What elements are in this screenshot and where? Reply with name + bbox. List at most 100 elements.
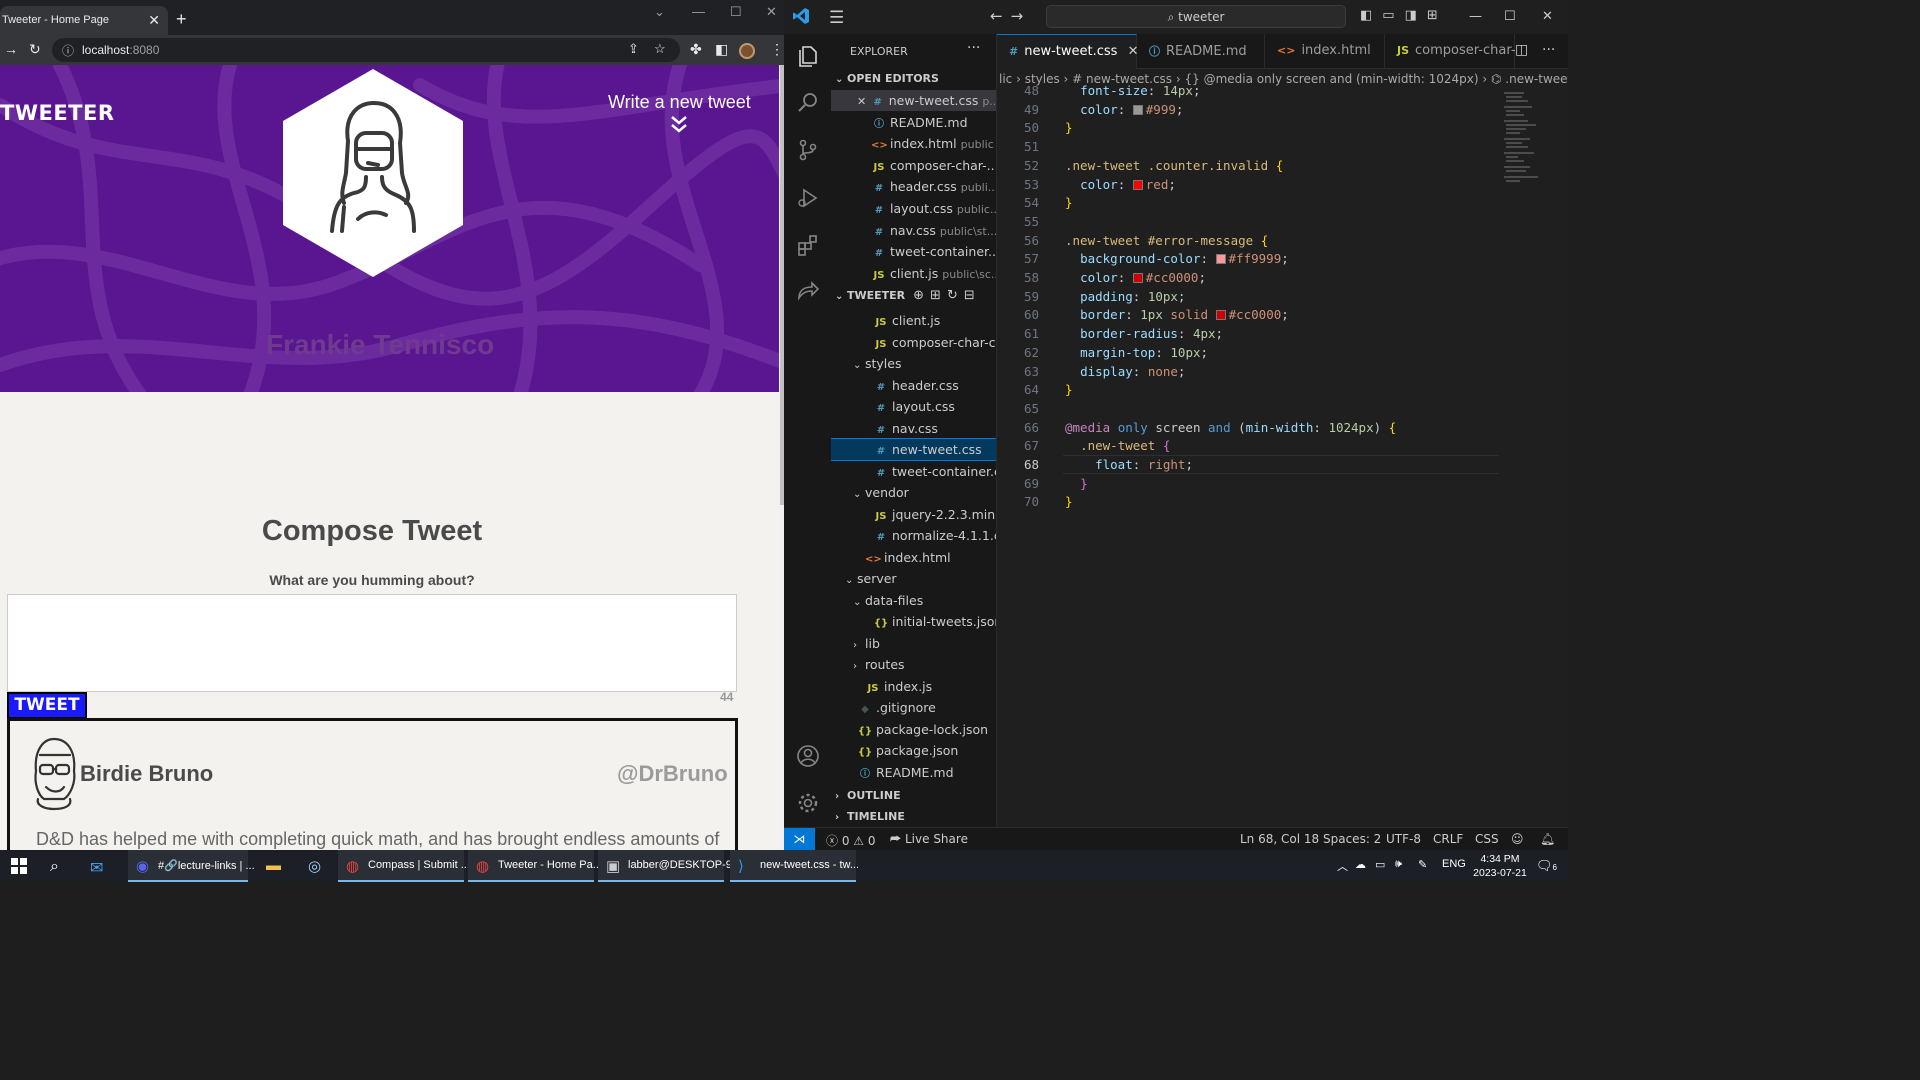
taskbar-app-chrome[interactable]: ◍ Compass | Submit ... — [338, 850, 470, 882]
file-tree-item[interactable]: # normalize-4.1.1.css — [831, 525, 996, 546]
editor-more-icon[interactable]: ··· — [1542, 42, 1555, 58]
language-mode[interactable]: CSS — [1475, 832, 1499, 846]
code-line[interactable]: 55 — [997, 212, 1568, 231]
extensions-icon[interactable] — [796, 233, 820, 257]
eol-status[interactable]: CRLF — [1433, 832, 1463, 846]
timeline-header[interactable]: › TIMELINE — [835, 810, 905, 823]
feedback-icon[interactable]: ☺ — [1511, 832, 1524, 846]
code-line[interactable]: 58 color: #cc0000; — [997, 268, 1568, 287]
code-line[interactable]: 52 .new-tweet .counter.invalid { — [997, 156, 1568, 175]
code-line[interactable]: 57 background-color: #ff9999; — [997, 249, 1568, 268]
side-panel-icon[interactable]: ◧ — [715, 41, 728, 58]
code-line[interactable]: 69 } — [997, 474, 1568, 493]
code-line[interactable]: 61 border-radius: 4px; — [997, 324, 1568, 343]
write-new-tweet-link[interactable]: Write a new tweet — [608, 92, 751, 113]
encoding-status[interactable]: UTF-8 — [1386, 832, 1421, 846]
code-line[interactable]: 53 color: red; — [997, 175, 1568, 194]
file-tree-item[interactable]: # nav.css — [831, 418, 996, 439]
file-tree-item[interactable]: {} package-lock.json — [831, 719, 996, 740]
reload-icon[interactable]: ↻ — [29, 41, 41, 58]
search-icon[interactable] — [796, 90, 820, 114]
code-line[interactable]: 68 float: right; — [997, 455, 1568, 474]
tray-overflow-icon[interactable]: ︿ — [1337, 858, 1348, 874]
layout-controls[interactable]: ◧▭◨⊞ — [1360, 8, 1448, 23]
file-tree-item[interactable]: # tweet-container.css — [831, 461, 996, 482]
code-line[interactable]: 67 .new-tweet { — [997, 436, 1568, 455]
tab-search-icon[interactable]: ⌄ — [654, 4, 665, 20]
remote-indicator-icon[interactable]: ⋊ — [784, 828, 815, 851]
profile-avatar[interactable] — [739, 43, 755, 59]
navigation-arrows[interactable]: ←→ — [990, 7, 1031, 25]
code-line[interactable]: 66 @media only screen and (min-width: 102… — [997, 418, 1568, 437]
volume-icon[interactable]: 🕪︎ — [1395, 858, 1402, 871]
windows-start-icon[interactable] — [11, 858, 27, 874]
file-tree-item[interactable]: # header.css — [831, 375, 996, 396]
address-bar[interactable]: ⓘ localhost:8080 ⇪ ☆ — [52, 38, 680, 62]
open-editors-header[interactable]: ⌄ OPEN EDITORS — [835, 72, 939, 85]
open-editor-item[interactable]: ✕ # new-tweet.css p... — [831, 90, 996, 111]
notifications-bell-icon[interactable]: 🔔︎ — [1540, 832, 1555, 846]
input-language[interactable]: ENG — [1442, 858, 1466, 870]
taskbar-app-folder[interactable]: ▬ — [258, 850, 288, 882]
code-line[interactable]: 51 — [997, 137, 1568, 156]
folder-tree-item[interactable]: › routes — [831, 654, 996, 675]
share-icon[interactable]: ⇪ — [628, 41, 639, 57]
editor-tab[interactable]: <> index.html — [1265, 34, 1385, 69]
new-tab-icon[interactable]: + — [176, 9, 187, 30]
open-editor-item[interactable]: # nav.css public\st... — [831, 220, 996, 241]
file-tree-item[interactable]: {} package.json — [831, 740, 996, 761]
folder-tree-item[interactable]: ⌄ data-files — [831, 590, 996, 611]
onedrive-icon[interactable]: ☁ — [1355, 858, 1366, 871]
code-line[interactable]: 64} — [997, 380, 1568, 399]
open-editor-item[interactable]: # layout.css public... — [831, 198, 996, 219]
more-actions-icon[interactable]: ··· — [967, 40, 980, 56]
extensions-icon[interactable]: ✤ — [690, 41, 702, 58]
open-editor-item[interactable]: # header.css publi... — [831, 176, 996, 197]
code-line[interactable]: 56 .new-tweet #error-message { — [997, 231, 1568, 250]
tweet-textarea[interactable] — [7, 594, 737, 692]
accounts-icon[interactable] — [796, 744, 820, 768]
file-tree-item[interactable]: ⓘ README.md — [831, 762, 996, 783]
taskbar-app-vscode[interactable]: ⟩ new-tweet.css - tw... — [730, 850, 859, 882]
taskbar-app-terminal[interactable]: ▣ labber@DESKTOP-9... — [598, 850, 741, 882]
hamburger-menu-icon[interactable]: ☰ — [829, 8, 844, 28]
code-line[interactable]: 48 font-size: 14px; — [997, 81, 1568, 100]
minimize-icon[interactable]: — — [692, 4, 705, 19]
site-logo[interactable]: TWEETER — [0, 101, 115, 125]
open-editor-item[interactable]: JS client.js public\sc... — [831, 263, 996, 284]
cursor-position[interactable]: Ln 68, Col 18 — [1240, 832, 1319, 846]
code-line[interactable]: 50} — [997, 118, 1568, 137]
minimap[interactable] — [1502, 90, 1560, 210]
file-tree-item[interactable]: JS jquery-2.2.3.min.js — [831, 504, 996, 525]
code-line[interactable]: 59 padding: 10px; — [997, 287, 1568, 306]
run-debug-icon[interactable] — [796, 186, 820, 210]
notification-center-icon[interactable]: 🗨︎6 — [1536, 858, 1557, 874]
taskbar-app-chrome[interactable]: ◍ Tweeter - Home Pa... — [468, 850, 602, 882]
vscode-close-icon[interactable]: ✕ — [1542, 9, 1553, 24]
settings-gear-icon[interactable] — [796, 791, 820, 815]
forward-icon[interactable]: → — [4, 41, 18, 57]
vscode-maximize-icon[interactable]: ☐ — [1504, 9, 1516, 24]
project-folder-header[interactable]: ⌄ TWEETER ⊕⊞↻⊟ — [835, 288, 981, 303]
code-line[interactable]: 60 border: 1px solid #cc0000; — [997, 305, 1568, 324]
maximize-icon[interactable]: ☐ — [730, 4, 742, 20]
network-icon[interactable]: ▭ — [1375, 858, 1385, 871]
file-tree-item[interactable]: ◆ .gitignore — [831, 697, 996, 718]
folder-tree-item[interactable]: ⌄ styles — [831, 353, 996, 374]
file-tree-item[interactable]: {} initial-tweets.json — [831, 611, 996, 632]
editor-tab[interactable]: JS composer-char- — [1385, 34, 1516, 69]
live-share-status[interactable]: ⮫ Live Share — [890, 832, 968, 847]
indentation-status[interactable]: Spaces: 2 — [1323, 832, 1381, 846]
code-line[interactable]: 63 display: none; — [997, 362, 1568, 381]
tweet-submit-button[interactable]: TWEET — [7, 692, 87, 719]
code-line[interactable]: 62 margin-top: 10px; — [997, 343, 1568, 362]
file-tree-item[interactable]: JS client.js — [831, 310, 996, 331]
code-line[interactable]: 54} — [997, 193, 1568, 212]
editor-tab[interactable]: # new-tweet.css ✕ — [997, 34, 1138, 69]
file-tree-item[interactable]: JS index.js — [831, 676, 996, 697]
source-control-icon[interactable] — [796, 138, 820, 162]
taskbar-app-discord[interactable]: ◉ #🔗lecture-links | ... — [128, 850, 255, 882]
open-editor-item[interactable]: JS composer-char-... — [831, 155, 996, 176]
file-tree-item[interactable]: <> index.html — [831, 547, 996, 568]
folder-tree-item[interactable]: ⌄ server — [831, 568, 996, 589]
